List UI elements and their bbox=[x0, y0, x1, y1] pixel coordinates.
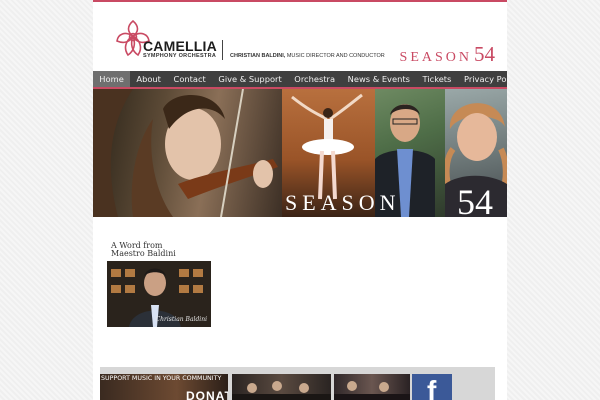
violinist-illustration bbox=[93, 89, 278, 217]
header-divider bbox=[222, 40, 223, 60]
nav-item-give-support[interactable]: Give & Support bbox=[212, 71, 288, 87]
page-container: CAMELLIA SYMPHONY ORCHESTRA CHRISTIAN BA… bbox=[93, 0, 507, 400]
nav-item-tickets[interactable]: Tickets bbox=[416, 71, 457, 87]
season-header: SEASON54 bbox=[400, 42, 495, 67]
season-word: SEASON bbox=[399, 50, 472, 65]
nav-item-contact[interactable]: Contact bbox=[167, 71, 212, 87]
conductor-name: CHRISTIAN BALDINI, bbox=[230, 53, 286, 59]
camellia-logo[interactable]: CAMELLIA SYMPHONY ORCHESTRA bbox=[113, 18, 217, 62]
facebook-link[interactable]: f bbox=[412, 374, 452, 400]
audition-promo[interactable] bbox=[232, 374, 331, 400]
conductor-credit: CHRISTIAN BALDINI, MUSIC DIRECTOR AND CO… bbox=[230, 53, 385, 59]
nav-item-news-events[interactable]: News & Events bbox=[341, 71, 416, 87]
nav-item-home[interactable]: Home bbox=[93, 71, 131, 87]
support-caption: SUPPORT MUSIC IN YOUR COMMUNITY bbox=[101, 375, 222, 382]
nav-item-about[interactable]: About bbox=[130, 71, 167, 87]
banner-season-number: 54 bbox=[457, 182, 493, 217]
banner-season-word: SEASON bbox=[285, 190, 401, 215]
logo-name: CAMELLIA bbox=[143, 38, 217, 54]
season-banner: SEASON 54 bbox=[93, 89, 507, 217]
orchestra-illustration bbox=[232, 381, 331, 400]
word-from-maestro-link[interactable]: A Word from Maestro Baldini bbox=[111, 242, 195, 258]
nav-item-privacy-policy[interactable]: Privacy Policy bbox=[458, 71, 507, 87]
conductor-role: MUSIC DIRECTOR AND CONDUCTOR bbox=[285, 53, 385, 59]
violinist-photo bbox=[93, 89, 282, 217]
donate-label: DONATE bbox=[186, 389, 228, 400]
season-number: 54 bbox=[474, 42, 495, 66]
logo-subtitle: SYMPHONY ORCHESTRA bbox=[143, 53, 217, 59]
concert-illustration bbox=[334, 381, 410, 400]
maestro-photo[interactable]: Christian Baldini bbox=[107, 261, 211, 327]
facebook-icon: f bbox=[427, 375, 437, 400]
nav-item-orchestra[interactable]: Orchestra bbox=[288, 71, 341, 87]
maestro-signature: Christian Baldini bbox=[155, 316, 207, 323]
footer-promo-strip: SUPPORT MUSIC IN YOUR COMMUNITY DONATE f bbox=[100, 367, 495, 400]
concert-promo[interactable] bbox=[334, 374, 410, 400]
main-nav: Home About Contact Give & Support Orches… bbox=[93, 71, 507, 89]
donate-promo[interactable]: SUPPORT MUSIC IN YOUR COMMUNITY DONATE bbox=[100, 374, 228, 400]
